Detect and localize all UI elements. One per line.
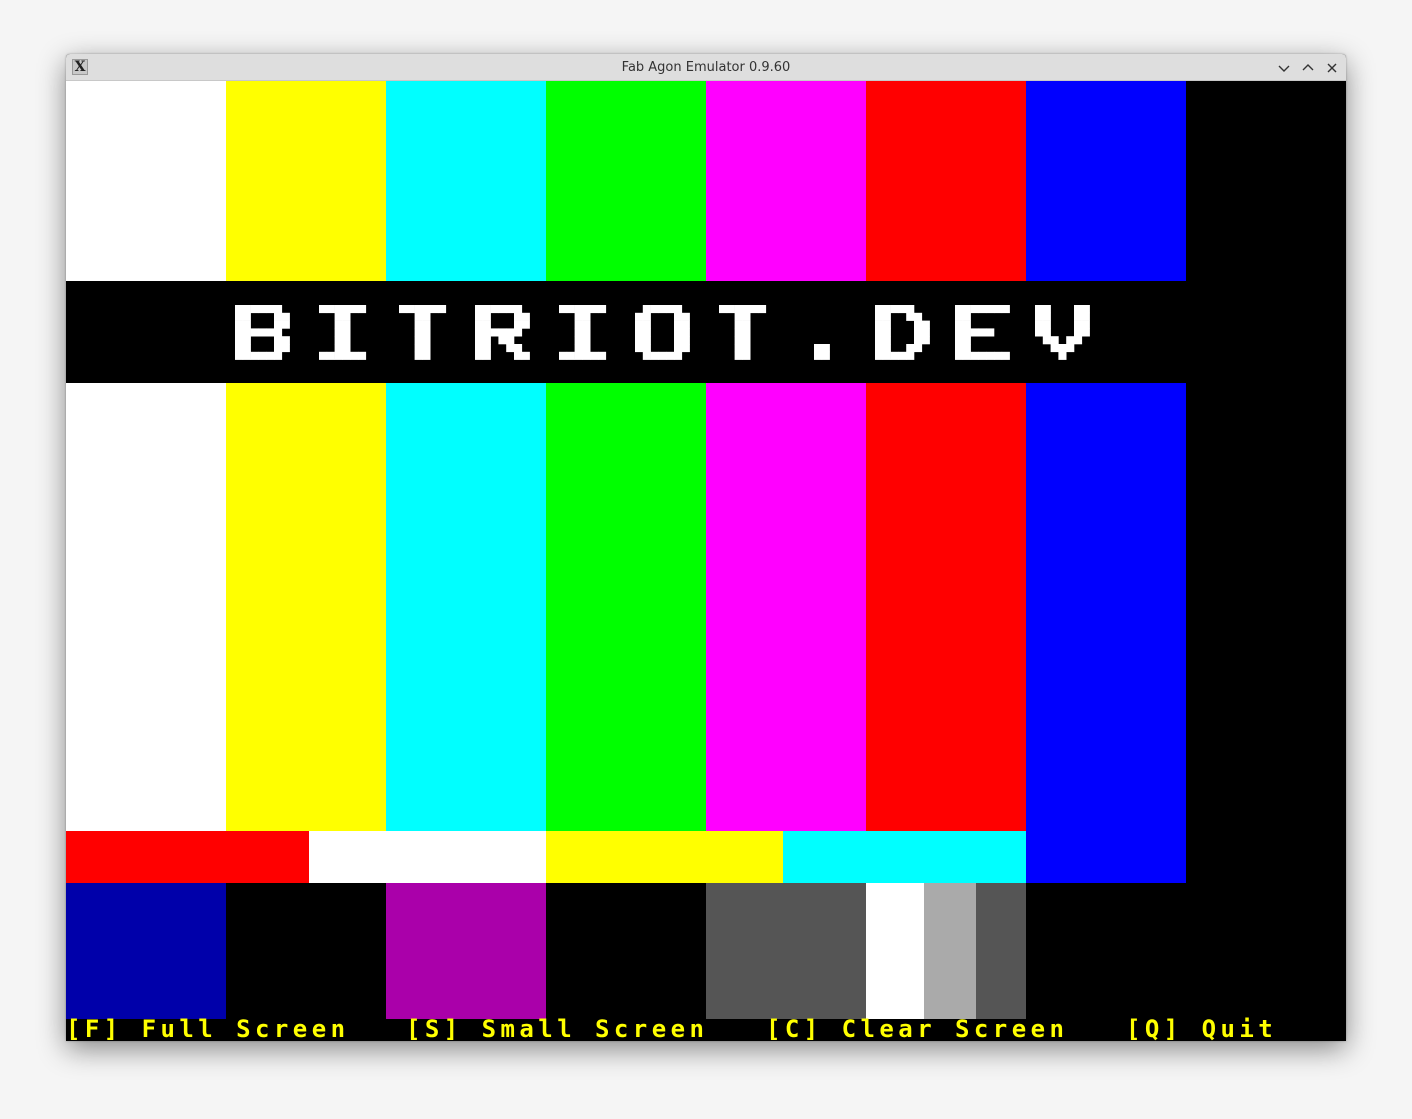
top-bar-green — [546, 81, 706, 281]
main-bar-red — [866, 383, 1026, 831]
test-pattern — [66, 81, 1186, 1019]
main-bar-magenta — [706, 383, 866, 831]
small-screen-option[interactable]: [S] Small Screen — [406, 1017, 708, 1041]
top-bar-blue — [1026, 81, 1186, 281]
pluge-white — [866, 883, 924, 1019]
pluge-dark-blue — [66, 883, 226, 1019]
chevron-up-icon — [1302, 64, 1314, 71]
top-bar-red — [866, 81, 1026, 281]
chevron-down-icon — [1278, 65, 1290, 72]
minimize-button[interactable] — [1274, 58, 1294, 78]
main-bar-cyan — [386, 383, 546, 831]
maximize-button[interactable] — [1298, 58, 1318, 78]
title-bar[interactable]: X Fab Agon Emulator 0.9.60 — [66, 54, 1346, 81]
top-bar-magenta — [706, 81, 866, 281]
banner-text — [235, 305, 1090, 360]
stripe-white — [309, 831, 546, 883]
top-bar-white — [66, 81, 226, 281]
stripe-cyan — [783, 831, 1026, 883]
main-bar-green — [546, 383, 706, 831]
main-bar-blue — [1026, 383, 1186, 883]
main-bar-yellow — [226, 383, 386, 831]
emulator-screen[interactable]: [F] Full Screen [S] Small Screen [C] Cle… — [66, 81, 1346, 1041]
stripe-red — [66, 831, 309, 883]
main-bar-white — [66, 383, 226, 831]
quit-option[interactable]: [Q] Quit — [1126, 1017, 1277, 1041]
full-screen-option[interactable]: [F] Full Screen — [66, 1017, 350, 1041]
top-bar-yellow — [226, 81, 386, 281]
window-title: Fab Agon Emulator 0.9.60 — [621, 60, 791, 75]
pluge-purple — [386, 883, 546, 1019]
pluge-light-gray — [924, 883, 976, 1019]
emulator-window: X Fab Agon Emulator 0.9.60 [F] Full Scre… — [66, 54, 1346, 1041]
close-button[interactable] — [1322, 58, 1342, 78]
pluge-dark-gray — [706, 883, 866, 1019]
menu-bar: [F] Full Screen [S] Small Screen [C] Cle… — [66, 1017, 1346, 1041]
clear-screen-option[interactable]: [C] Clear Screen — [766, 1017, 1068, 1041]
stripe-yellow — [546, 831, 783, 883]
pluge-gray — [976, 883, 1026, 1019]
top-bar-cyan — [386, 81, 546, 281]
close-icon — [1327, 63, 1337, 73]
